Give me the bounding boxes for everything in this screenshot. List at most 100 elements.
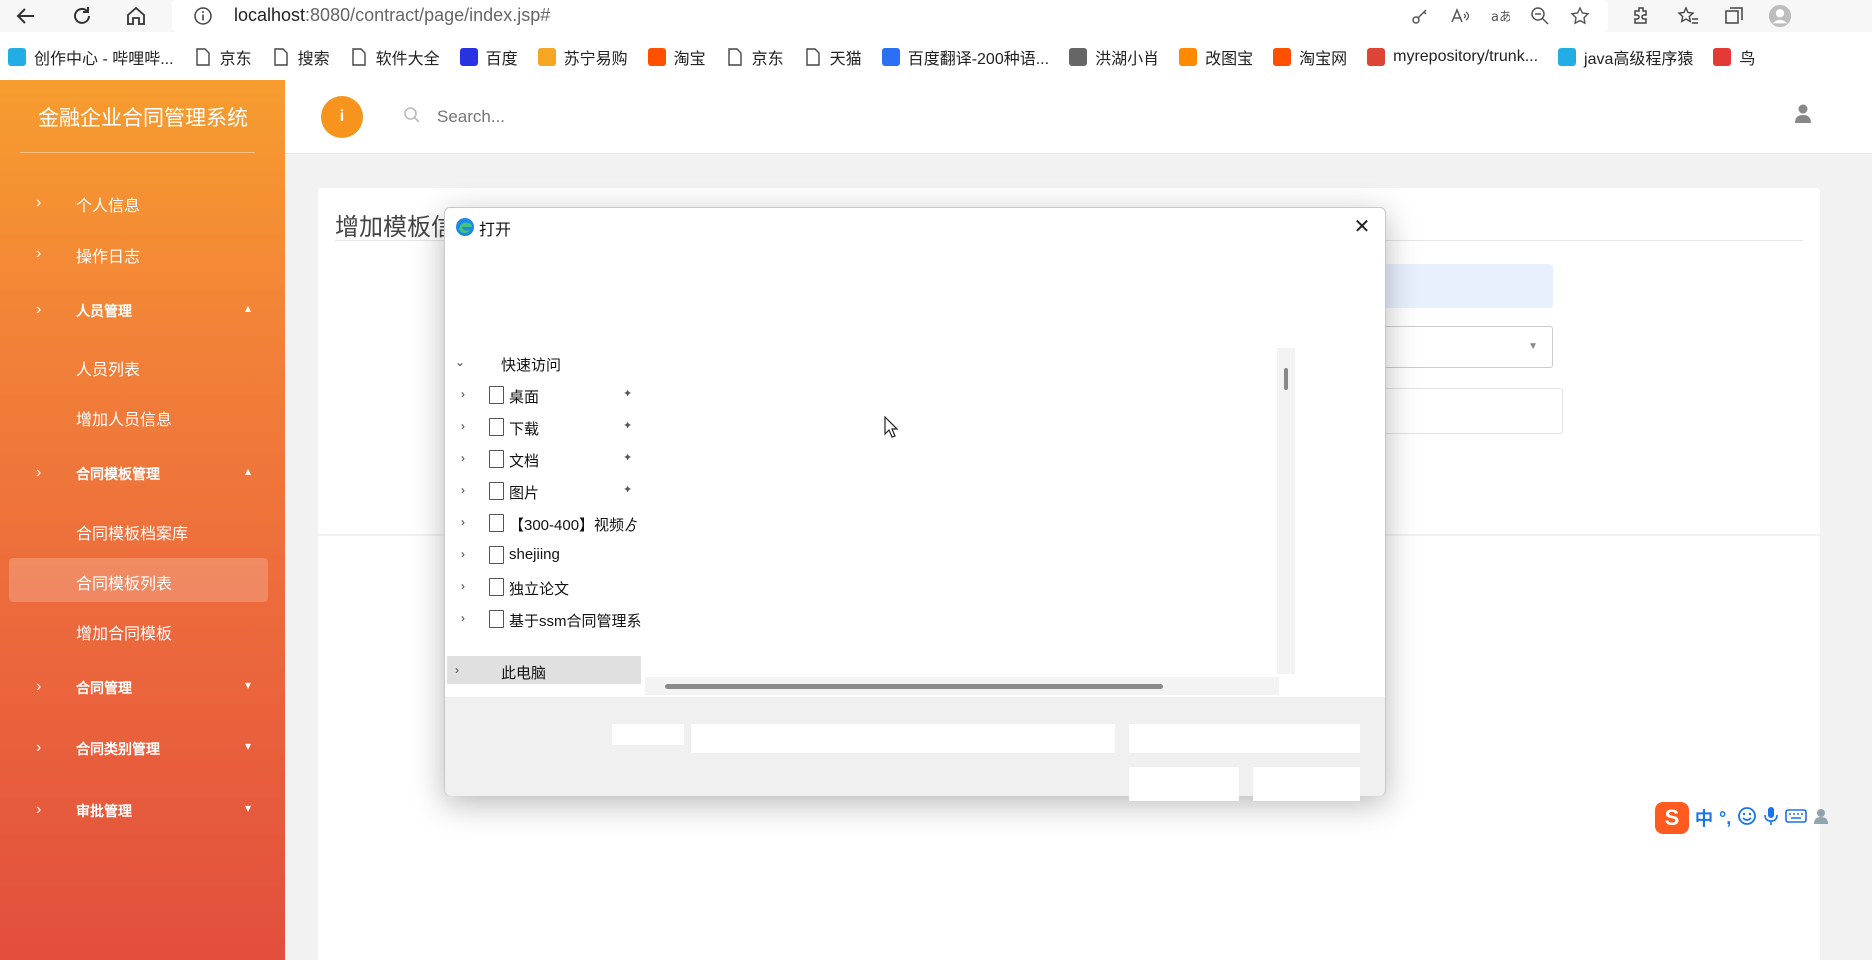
- bookmark-item[interactable]: 天猫: [804, 45, 862, 69]
- tree-this-pc[interactable]: › 此电脑: [447, 656, 641, 684]
- tree-item[interactable]: › shejiing: [447, 540, 641, 570]
- chevron-right-icon: ›: [36, 301, 42, 318]
- bookmark-item[interactable]: 淘宝: [647, 45, 706, 69]
- user-icon[interactable]: [1794, 104, 1812, 129]
- bookmark-item[interactable]: 百度翻译-200种语...: [881, 45, 1049, 69]
- microphone-icon[interactable]: [1763, 806, 1779, 831]
- address-bar[interactable]: localhost:8080/contract/page/index.jsp# …: [172, 0, 1608, 32]
- profile-avatar[interactable]: [1768, 4, 1792, 28]
- bookmark-item[interactable]: 百度: [459, 45, 518, 69]
- tree-item[interactable]: › 【300-400】视频ゟ: [447, 508, 641, 538]
- menu-contract-type[interactable]: › 合同类别管理 ▾: [0, 727, 285, 767]
- chevron-right-icon: ›: [461, 387, 465, 401]
- chevron-right-icon: ›: [36, 464, 42, 481]
- chevron-right-icon: ›: [461, 515, 465, 529]
- refresh-icon[interactable]: [68, 2, 96, 30]
- tree-item[interactable]: › 下载 ✦: [447, 412, 641, 442]
- key-icon[interactable]: [1408, 4, 1432, 28]
- chevron-right-icon: ›: [461, 483, 465, 497]
- bookmark-item[interactable]: 搜索: [272, 45, 330, 69]
- submenu-staff-list[interactable]: 人员列表: [76, 356, 140, 380]
- read-aloud-icon[interactable]: [1448, 4, 1472, 28]
- pin-icon[interactable]: ✦: [623, 419, 632, 432]
- tree-item[interactable]: › 独立论文: [447, 572, 641, 602]
- document-icon: [489, 418, 504, 436]
- extensions-icon[interactable]: [1630, 4, 1654, 28]
- menu-contract-management[interactable]: › 合同管理 ▾: [0, 666, 285, 706]
- bookmark-item[interactable]: 淘宝网: [1273, 45, 1347, 69]
- keyboard-icon[interactable]: [1785, 807, 1808, 830]
- taobao-icon: [1273, 48, 1292, 66]
- bookmark-item[interactable]: myrepository/trunk...: [1367, 48, 1538, 66]
- bookmark-item[interactable]: java高级程序猿: [1558, 45, 1693, 69]
- submenu-add-template[interactable]: 增加合同模板: [76, 620, 172, 644]
- chevron-right-icon: ›: [461, 611, 465, 625]
- pin-icon[interactable]: ✦: [623, 387, 632, 400]
- chevron-right-icon: ›: [36, 801, 42, 818]
- zoom-out-icon[interactable]: [1528, 4, 1552, 28]
- tree-item[interactable]: › 文档 ✦: [447, 444, 641, 474]
- tree-label: 【300-400】视频ゟ: [509, 517, 640, 534]
- collections-icon[interactable]: [1722, 4, 1746, 28]
- bookmark-item[interactable]: 苏宁易购: [537, 45, 628, 69]
- bookmark-item[interactable]: 软件大全: [350, 45, 440, 69]
- chevron-right-icon: ›: [461, 419, 465, 433]
- bookmark-item[interactable]: 京东: [726, 45, 784, 69]
- submenu-template-list[interactable]: 合同模板列表: [76, 570, 172, 594]
- add-favorite-icon[interactable]: [1568, 4, 1592, 28]
- bookmark-label: 洪湖小肖: [1095, 51, 1160, 68]
- file-field[interactable]: [1370, 388, 1563, 434]
- bookmark-item[interactable]: 京东: [194, 45, 252, 69]
- info-button[interactable]: i: [321, 96, 363, 138]
- menu-staff-management[interactable]: › 人员管理 ▴: [0, 289, 285, 329]
- skin-icon[interactable]: [1813, 806, 1835, 831]
- ime-punctuation-toggle[interactable]: °,: [1719, 808, 1731, 829]
- close-button[interactable]: ✕: [1347, 212, 1377, 240]
- ime-language-toggle[interactable]: 中: [1695, 805, 1713, 831]
- chevron-down-icon: ▼: [1528, 341, 1538, 352]
- caret-up-icon: ▴: [244, 301, 251, 315]
- submenu-add-staff[interactable]: 增加人员信息: [76, 406, 172, 430]
- bookmark-item[interactable]: 创作中心 - 哔哩哔...: [8, 45, 174, 69]
- suning-icon: [537, 48, 556, 66]
- template-type-select[interactable]: ▼: [1370, 326, 1553, 368]
- filename-input[interactable]: [691, 724, 1115, 753]
- scroll-thumb[interactable]: [665, 684, 1163, 689]
- favorites-icon[interactable]: [1676, 4, 1700, 28]
- bookmark-item[interactable]: 洪湖小肖: [1069, 45, 1159, 69]
- page-icon: [726, 48, 744, 66]
- open-button[interactable]: [1129, 767, 1239, 801]
- back-icon[interactable]: [12, 2, 40, 30]
- tree-item[interactable]: › 桌面 ✦: [447, 380, 641, 410]
- bookmark-item[interactable]: 鸟: [1713, 45, 1755, 69]
- menu-operation-log[interactable]: › 操作日志: [0, 233, 285, 273]
- document-icon: [489, 450, 504, 468]
- sogou-logo-icon[interactable]: S: [1655, 802, 1689, 834]
- taobao-icon: [647, 48, 666, 66]
- submenu-template-archive[interactable]: 合同模板档案库: [76, 520, 188, 544]
- menu-approval[interactable]: › 审批管理 ▾: [0, 789, 285, 829]
- cancel-button[interactable]: [1253, 767, 1360, 801]
- search-input[interactable]: [437, 102, 837, 132]
- tree-label: 此电脑: [501, 665, 547, 682]
- emoji-icon[interactable]: [1737, 806, 1757, 831]
- template-name-field[interactable]: [1370, 264, 1553, 308]
- tree-item[interactable]: › 图片 ✦: [447, 476, 641, 506]
- scroll-thumb[interactable]: [1284, 368, 1288, 390]
- menu-label: 合同类别管理: [76, 741, 160, 757]
- menu-personal-info[interactable]: › 个人信息: [0, 182, 285, 222]
- bookmark-label: 改图宝: [1205, 51, 1254, 68]
- file-type-select[interactable]: [1129, 724, 1360, 753]
- vertical-scrollbar[interactable]: [1277, 348, 1295, 674]
- divider: [20, 152, 255, 153]
- pin-icon[interactable]: ✦: [623, 451, 632, 464]
- site-info-icon[interactable]: [194, 7, 212, 30]
- home-icon[interactable]: [122, 2, 150, 30]
- pin-icon[interactable]: ✦: [623, 483, 632, 496]
- translate-icon[interactable]: aあ: [1488, 4, 1512, 28]
- horizontal-scrollbar[interactable]: [645, 677, 1279, 695]
- bookmark-item[interactable]: 改图宝: [1179, 45, 1253, 69]
- tree-quick-access[interactable]: ⌄ 快速访问: [447, 348, 641, 378]
- tree-item[interactable]: › 基于ssm合同管理系: [447, 604, 641, 634]
- menu-template-management[interactable]: › 合同模板管理 ▴: [0, 452, 285, 492]
